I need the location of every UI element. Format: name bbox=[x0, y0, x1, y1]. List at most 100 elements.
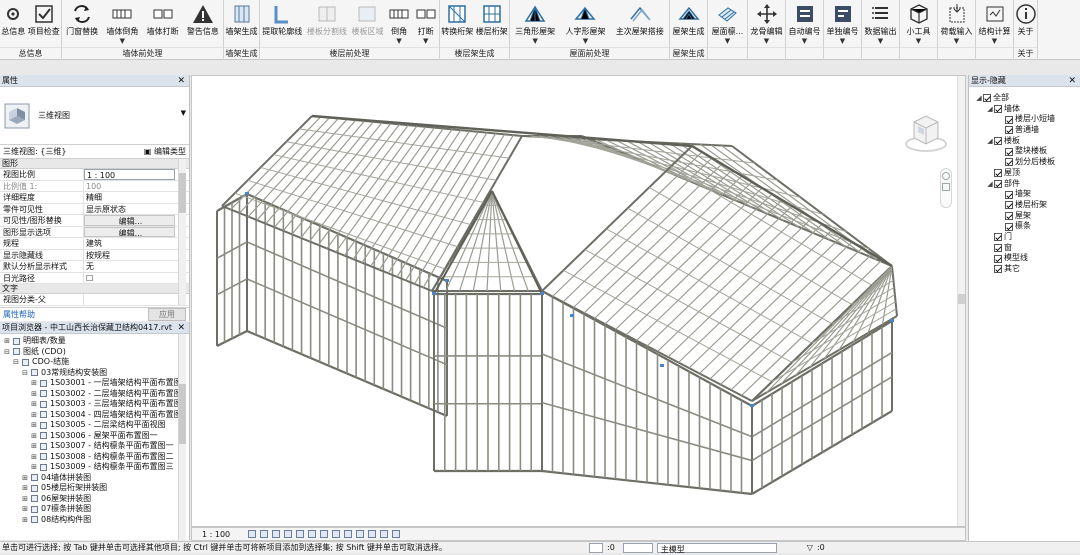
visibility-item[interactable]: 窗 bbox=[969, 243, 1080, 254]
chevron-down-icon[interactable]: ▼ bbox=[954, 37, 959, 45]
browser-tree-item[interactable]: ⊞ 05楼层桁架拼装图 bbox=[0, 483, 189, 494]
property-row[interactable]: 详细程度 精细 bbox=[0, 192, 189, 204]
chevron-down-icon[interactable]: ▼ bbox=[840, 37, 845, 45]
visibility-item[interactable]: 檩条 bbox=[969, 221, 1080, 232]
view-selector[interactable]: 三维视图: {三维} bbox=[3, 146, 66, 157]
ribbon-button[interactable]: 三角形屋架 ▼ bbox=[515, 0, 555, 47]
expand-icon[interactable]: ⊞ bbox=[21, 504, 29, 515]
ribbon-button[interactable]: 关于 bbox=[1015, 0, 1037, 47]
visibility-checkbox[interactable] bbox=[994, 137, 1002, 146]
ribbon-button[interactable]: 总信息 bbox=[1, 0, 25, 47]
expand-arrow-icon[interactable]: ◢ bbox=[975, 93, 983, 104]
section-text[interactable]: 文字 bbox=[0, 284, 189, 294]
temporary-hide-icon[interactable] bbox=[344, 530, 353, 538]
visibility-item[interactable]: ◢ 部件 bbox=[969, 179, 1080, 190]
ribbon-button[interactable]: 墙体打断 bbox=[147, 0, 179, 47]
browser-tree-item[interactable]: ⊞ 06屋架拼装图 bbox=[0, 494, 189, 505]
edit-button[interactable]: 编辑... bbox=[84, 215, 175, 226]
ribbon-button[interactable]: 打断 ▼ bbox=[415, 0, 437, 47]
chevron-down-icon[interactable]: ▼ bbox=[532, 37, 537, 45]
chevron-down-icon[interactable]: ▼ bbox=[583, 37, 588, 45]
visibility-checkbox[interactable] bbox=[994, 169, 1002, 178]
chevron-down-icon[interactable]: ▼ bbox=[181, 109, 186, 117]
expand-icon[interactable]: ⊞ bbox=[30, 441, 38, 452]
analytical-model-icon[interactable] bbox=[368, 530, 377, 538]
ribbon-button[interactable]: 单独编号 ▼ bbox=[827, 0, 859, 47]
property-row[interactable]: 默认分析显示样式无 bbox=[0, 261, 189, 273]
expand-arrow-icon[interactable]: ◢ bbox=[986, 179, 994, 190]
visibility-item[interactable]: 整块楼板 bbox=[969, 146, 1080, 157]
edit-button[interactable]: 编辑... bbox=[84, 226, 175, 237]
browser-tree-item[interactable]: ⊞ 1S03005 - 二层梁结构平面视图 bbox=[0, 420, 189, 431]
browser-tree-item[interactable]: ⊞ 明细表/数量 bbox=[0, 336, 189, 347]
chevron-down-icon[interactable]: ▼ bbox=[423, 37, 428, 45]
expand-icon[interactable]: ⊞ bbox=[21, 483, 29, 494]
browser-tree-item[interactable]: ⊞ 1S03009 - 结构檩条平面布置图三 bbox=[0, 462, 189, 473]
ribbon-button[interactable]: 楼层桁架 bbox=[476, 0, 508, 47]
ribbon-button[interactable]: 屋面檩... ▼ bbox=[712, 0, 743, 47]
visibility-checkbox[interactable] bbox=[1005, 201, 1013, 210]
property-row[interactable]: 可见性/图形替换 编辑... bbox=[0, 215, 189, 227]
browser-tree-item[interactable]: ⊞ 1S03002 - 二层墙架结构平面布置图 bbox=[0, 389, 189, 400]
visibility-checkbox[interactable] bbox=[994, 105, 1002, 114]
ribbon-button[interactable]: 转换桁架 bbox=[441, 0, 473, 47]
expand-icon[interactable]: ⊞ bbox=[21, 473, 29, 484]
type-selector[interactable]: 三维视图 ▼ bbox=[0, 87, 189, 145]
visibility-checkbox[interactable] bbox=[994, 243, 1002, 252]
workset-icon[interactable] bbox=[589, 542, 603, 553]
browser-tree-item[interactable]: ⊞ 1S03003 - 三层墙架结构平面布置图 bbox=[0, 399, 189, 410]
browser-tree-item[interactable]: ⊞ 04墙体拼装图 bbox=[0, 473, 189, 484]
ribbon-button[interactable]: 自动编号 ▼ bbox=[789, 0, 821, 47]
ribbon-button[interactable]: 结构计算 ▼ bbox=[979, 0, 1011, 47]
expand-icon[interactable]: ⊞ bbox=[30, 420, 38, 431]
visibility-item[interactable]: 普通墙 bbox=[969, 125, 1080, 136]
chevron-down-icon[interactable]: ▼ bbox=[396, 37, 401, 45]
crop-region-icon[interactable] bbox=[320, 530, 329, 538]
chevron-down-icon[interactable]: ▼ bbox=[764, 37, 769, 45]
property-row[interactable]: 日光路径 ☐ bbox=[0, 272, 189, 284]
visibility-item[interactable]: 屋顶 bbox=[969, 168, 1080, 179]
property-row[interactable]: 规程 建筑 bbox=[0, 238, 189, 250]
ribbon-button[interactable]: 荷载输入 ▼ bbox=[941, 0, 973, 47]
chevron-down-icon[interactable]: ▼ bbox=[802, 37, 807, 45]
visibility-checkbox[interactable] bbox=[994, 265, 1002, 274]
property-row[interactable]: 视图比例 1 : 100 bbox=[0, 169, 189, 181]
visibility-checkbox[interactable] bbox=[1005, 115, 1013, 124]
browser-tree-item[interactable]: ⊞ 1S03004 - 四层墙架结构平面布置图 bbox=[0, 410, 189, 421]
chevron-down-icon[interactable]: ▼ bbox=[916, 37, 921, 45]
zoom-icon[interactable] bbox=[942, 183, 950, 191]
chevron-down-icon[interactable]: ▼ bbox=[725, 37, 730, 45]
property-row[interactable]: 图形显示选项 编辑... bbox=[0, 226, 189, 238]
ribbon-button[interactable]: 提取轮廓线 bbox=[262, 0, 302, 47]
expand-icon[interactable]: ⊞ bbox=[30, 389, 38, 400]
visibility-item[interactable]: 屋架 bbox=[969, 211, 1080, 222]
browser-tree-item[interactable]: ⊞ 1S03001 - 一层墙架结构平面布置图 bbox=[0, 378, 189, 389]
property-row[interactable]: 零件可见性 显示原状态 bbox=[0, 203, 189, 215]
close-icon[interactable]: ✕ bbox=[1068, 75, 1076, 87]
expand-icon[interactable]: ⊞ bbox=[21, 515, 29, 526]
steering-wheel-icon[interactable] bbox=[942, 172, 950, 180]
render-icon[interactable] bbox=[296, 530, 305, 538]
ribbon-button[interactable]: 楼板分割线 bbox=[307, 0, 347, 47]
section-graphics[interactable]: 图形 bbox=[0, 159, 189, 169]
expand-icon[interactable]: ⊞ bbox=[21, 494, 29, 505]
expand-icon[interactable]: ⊞ bbox=[30, 378, 38, 389]
constraints-icon[interactable] bbox=[392, 530, 401, 538]
navigation-bar[interactable] bbox=[940, 168, 952, 208]
ribbon-button[interactable]: 屋架生成 bbox=[673, 0, 705, 47]
expand-icon[interactable]: ⊞ bbox=[30, 399, 38, 410]
apply-button[interactable]: 应用 bbox=[148, 308, 186, 321]
browser-tree-item[interactable]: ⊞ 08结构构件图 bbox=[0, 515, 189, 526]
visibility-checkbox[interactable] bbox=[994, 254, 1002, 263]
chevron-down-icon[interactable]: ▼ bbox=[120, 37, 125, 45]
visibility-checkbox[interactable] bbox=[1005, 222, 1013, 231]
sun-path-icon[interactable] bbox=[272, 530, 281, 538]
visibility-item[interactable]: ◢ 楼板 bbox=[969, 136, 1080, 147]
ribbon-button[interactable]: 项目检查 bbox=[28, 0, 60, 47]
collapse-icon[interactable]: ⊟ bbox=[3, 347, 11, 358]
3d-viewport[interactable] bbox=[191, 75, 966, 527]
visibility-item[interactable]: 楼层桁架 bbox=[969, 200, 1080, 211]
expand-arrow-icon[interactable]: ◢ bbox=[986, 104, 994, 115]
ribbon-button[interactable]: 主次屋架搭接 bbox=[616, 0, 664, 47]
visibility-checkbox[interactable] bbox=[983, 94, 991, 103]
